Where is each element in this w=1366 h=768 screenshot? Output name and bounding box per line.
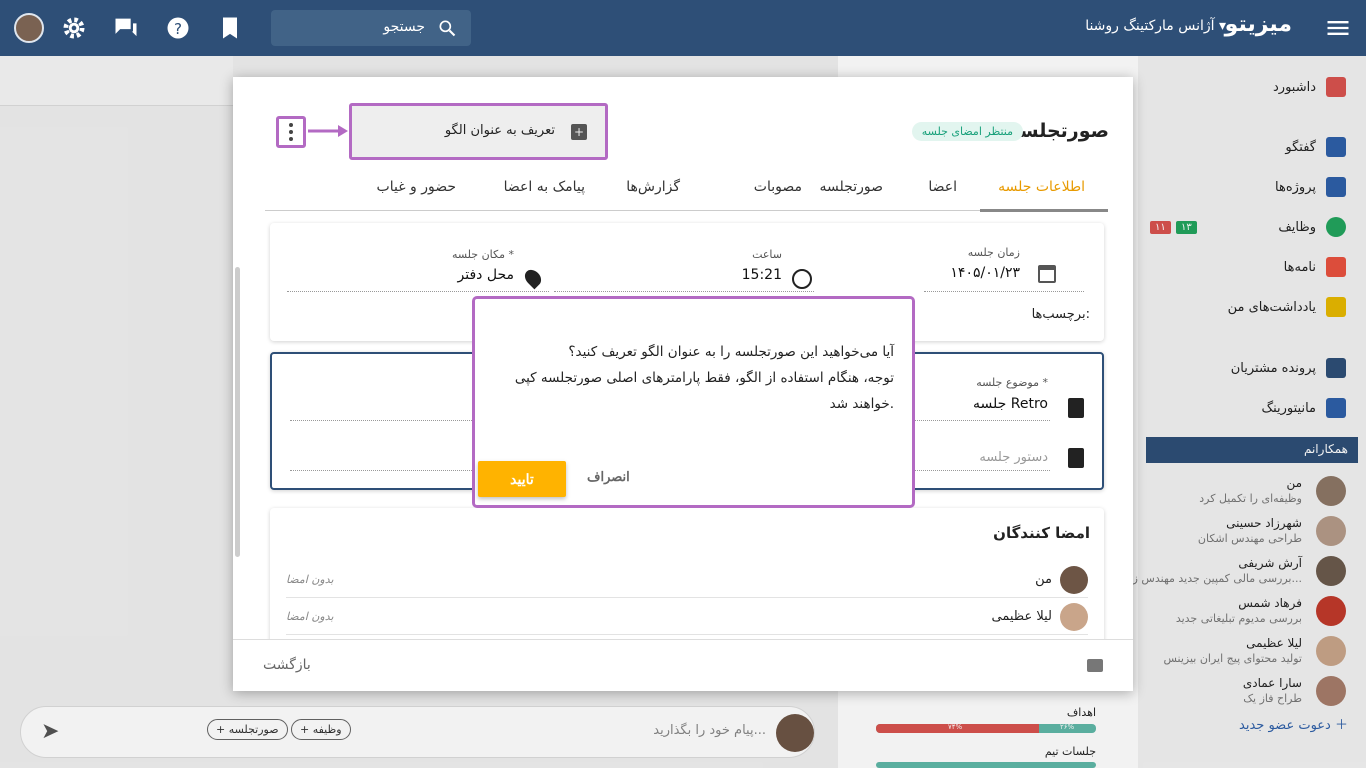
dialog-line: توجه، هنگام استفاده از الگو، فقط پارامتر… [514, 370, 894, 386]
help-icon[interactable]: ? [164, 14, 192, 42]
modal-title: صورتجلسه [1008, 120, 1109, 142]
dialog-line: خواهند شد. [829, 396, 894, 412]
tab-sms[interactable]: پیامک به اعضا [504, 179, 585, 195]
tab-label: صورتجلسه [819, 179, 883, 195]
agenda-input[interactable]: دستور جلسه [979, 450, 1048, 465]
dialog-line: آیا می‌خواهید این صورتجلسه را به عنوان ا… [568, 344, 894, 360]
dialog-message: آیا می‌خواهید این صورتجلسه را به عنوان ا… [504, 339, 894, 417]
gear-icon[interactable] [60, 14, 88, 42]
tab-approvals[interactable]: مصوبات [754, 179, 802, 195]
clipboard-icon [1068, 448, 1084, 468]
menu-icon[interactable] [1324, 14, 1352, 42]
date-label: زمان جلسه [967, 246, 1020, 259]
tab-reports[interactable]: گزارش‌ها [626, 179, 680, 195]
tab-label: اعضا [928, 179, 957, 195]
signer-status: بدون امضا [286, 610, 334, 623]
subject-value[interactable]: جلسه Retro [973, 396, 1048, 412]
date-value[interactable]: ۱۴۰۵/۰۱/۲۳ [950, 265, 1020, 281]
search-icon [439, 20, 456, 37]
signer-name: لیلا عظیمی [991, 609, 1052, 624]
confirm-dialog: آیا می‌خواهید این صورتجلسه را به عنوان ا… [472, 296, 915, 508]
tab-members[interactable]: اعضا [928, 179, 957, 195]
org-selector[interactable]: آژانس مارکتینگ روشنا ▾ [1085, 18, 1226, 34]
signers-title: امضا کنندگان [993, 524, 1090, 542]
table-row: من بدون امضا [286, 564, 1088, 598]
modal-footer: بازگشت [233, 639, 1133, 691]
document-icon [1068, 398, 1084, 418]
avatar [1060, 566, 1088, 594]
signer-name: من [1035, 572, 1052, 587]
org-name: آژانس مارکتینگ روشنا [1085, 18, 1215, 34]
signer-status: بدون امضا [286, 573, 334, 586]
menu-item-label: تعریف به عنوان الگو [444, 123, 555, 138]
tab-label: گزارش‌ها [626, 179, 680, 195]
scrollbar[interactable] [235, 267, 240, 557]
print-icon[interactable] [1087, 659, 1103, 672]
status-badge: منتظر امضای جلسه [911, 122, 1023, 141]
more-menu-button[interactable] [276, 116, 306, 148]
avatar[interactable] [14, 13, 44, 43]
place-label: مکان جلسه * [451, 248, 514, 261]
location-icon [521, 266, 545, 290]
tab-label: مصوبات [753, 179, 802, 195]
time-value[interactable]: 15:21 [742, 267, 782, 283]
time-label: ساعت [752, 248, 782, 261]
define-template-menu-item[interactable]: + تعریف به عنوان الگو [349, 103, 608, 160]
svg-text:?: ? [174, 20, 182, 38]
signers-card: امضا کنندگان من بدون امضا لیلا عظیمی بدو… [270, 508, 1104, 648]
avatar [1060, 603, 1088, 631]
top-bar: میزیتو آژانس مارکتینگ روشنا ▾ جستجو ? [0, 0, 1366, 56]
bookmark-icon[interactable] [216, 14, 244, 42]
tab-label: حضور و غیاب [376, 179, 456, 195]
clock-icon [792, 269, 812, 289]
subject-label: موضوع جلسه * [976, 376, 1048, 389]
more-vertical-icon [289, 123, 293, 141]
cancel-button[interactable]: انصراف [587, 469, 630, 485]
tab-info[interactable]: اطلاعات جلسه [998, 179, 1085, 195]
chevron-down-icon: ▾ [1218, 18, 1226, 34]
calendar-icon [1038, 265, 1056, 283]
chat-icon[interactable] [112, 14, 140, 42]
tab-label: پیامک به اعضا [503, 179, 585, 195]
tab-active-underline [980, 209, 1108, 212]
tab-label: اطلاعات جلسه [998, 179, 1085, 195]
tags-label[interactable]: برچسب‌ها: [1032, 307, 1090, 322]
tab-attendance[interactable]: حضور و غیاب [377, 179, 456, 195]
search-placeholder: جستجو [383, 19, 425, 35]
arrow-right-icon [308, 125, 348, 137]
tab-minutes[interactable]: صورتجلسه [820, 179, 883, 195]
search-box[interactable]: جستجو [271, 10, 471, 46]
confirm-button[interactable]: تایید [478, 461, 566, 497]
app-logo: میزیتو [1224, 12, 1292, 37]
add-library-icon: + [571, 124, 587, 140]
table-row: لیلا عظیمی بدون امضا [286, 601, 1088, 635]
place-value[interactable]: محل دفتر [458, 267, 514, 283]
back-button[interactable]: بازگشت [263, 657, 311, 673]
